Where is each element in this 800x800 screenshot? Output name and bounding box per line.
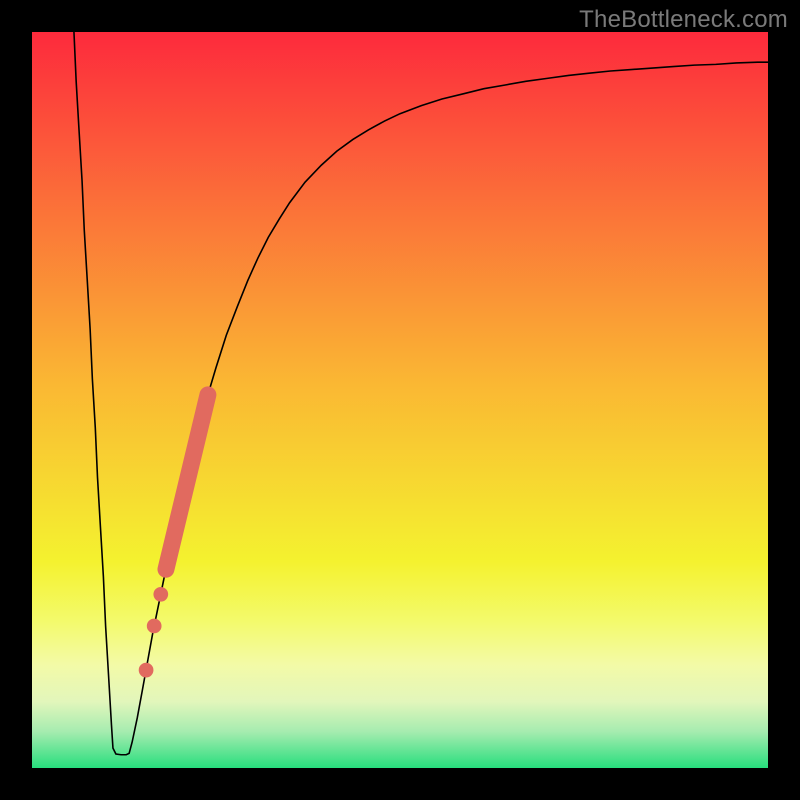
chart-frame — [0, 0, 32, 800]
watermark-text: TheBottleneck.com — [579, 6, 788, 34]
data-marker — [153, 587, 168, 602]
data-marker — [147, 619, 162, 634]
data-marker — [139, 663, 154, 678]
plot-background — [32, 32, 768, 768]
chart-frame — [768, 0, 800, 800]
chart-frame — [0, 768, 800, 800]
bottleneck-chart: TheBottleneck.com — [0, 0, 800, 800]
chart-canvas — [0, 0, 800, 800]
